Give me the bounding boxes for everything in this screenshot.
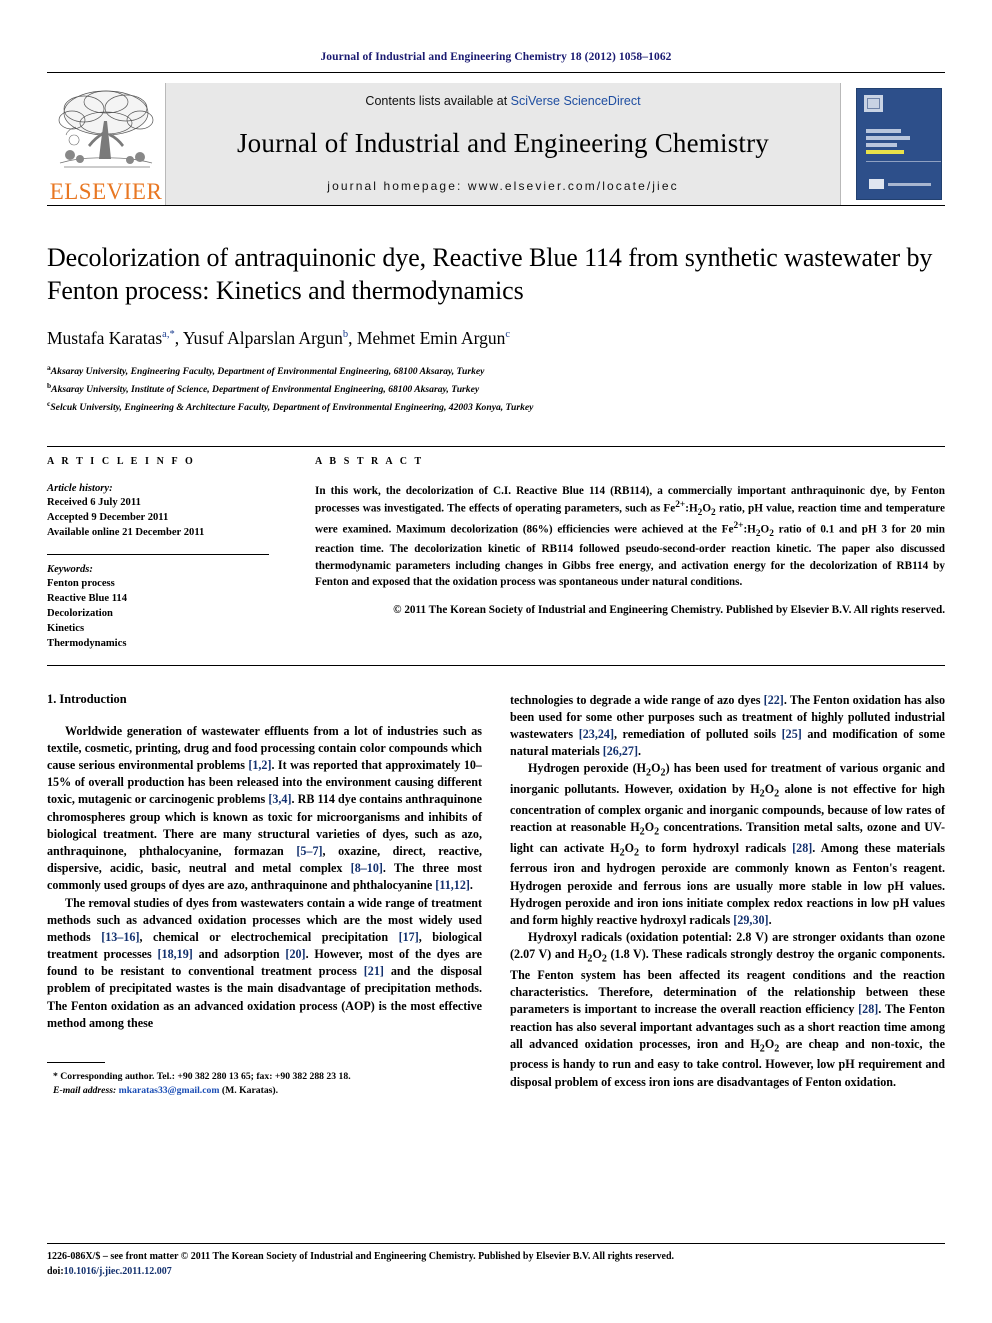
- journal-title: Journal of Industrial and Engineering Ch…: [236, 127, 770, 158]
- doi-label: doi:: [47, 1265, 64, 1277]
- masthead-bottom-rule: [47, 205, 945, 206]
- abstract-column: A B S T R A C T In this work, the decolo…: [315, 456, 945, 651]
- cover-title-lines: [866, 129, 927, 157]
- affiliation-text: Selcuk University, Engineering & Archite…: [50, 401, 534, 413]
- footnote-email-line: E-mail address: mkaratas33@gmail.com (M.…: [47, 1084, 482, 1099]
- author-name: Yusuf Alparslan Argun: [182, 327, 343, 348]
- journal-homepage[interactable]: journal homepage: www.elsevier.com/locat…: [327, 179, 678, 193]
- author-name: Mehmet Emin Argun: [356, 327, 506, 348]
- history-received: Received 6 July 2011: [47, 496, 141, 508]
- affiliation: cSelcuk University, Engineering & Archit…: [47, 398, 945, 416]
- journal-masthead: ELSEVIER Contents lists available at Sci…: [47, 83, 945, 205]
- author-affil-marker: b: [342, 328, 349, 340]
- email-link[interactable]: mkaratas33@gmail.com: [119, 1085, 220, 1096]
- cover-divider: [866, 161, 941, 162]
- paragraph: Hydroxyl radicals (oxidation potential: …: [510, 930, 946, 1089]
- affiliation-list: aAksaray University, Engineering Faculty…: [47, 362, 945, 415]
- elsevier-tree-icon: [58, 90, 154, 168]
- footnote-corresponding: * Corresponding author. Tel.: +90 382 28…: [53, 1070, 351, 1082]
- author-affil-marker: a,*: [162, 328, 175, 340]
- page-title: Decolorization of antraquinonic dye, Rea…: [47, 243, 933, 305]
- cover-publisher-mark-icon: [864, 95, 883, 112]
- doi-link[interactable]: 10.1016/j.jiec.2011.12.007: [64, 1266, 172, 1277]
- history-accepted: Accepted 9 December 2011: [47, 511, 169, 523]
- section-heading-introduction: 1. Introduction: [47, 691, 127, 706]
- title-block: Decolorization of antraquinonic dye, Rea…: [47, 242, 945, 416]
- affiliation: bAksaray University, Institute of Scienc…: [47, 380, 945, 398]
- article-history-label: Article history:: [47, 482, 113, 494]
- email-owner: (M. Karatas).: [221, 1085, 279, 1097]
- page-footer: 1226-086X/$ – see front matter © 2011 Th…: [47, 1243, 945, 1279]
- body-columns: 1. Introduction Worldwide generation of …: [47, 692, 945, 1099]
- abstract-text: In this work, the decolorization of C.I.…: [315, 484, 946, 588]
- keyword: Fenton process: [47, 577, 115, 589]
- sciencedirect-link[interactable]: SciVerse ScienceDirect: [511, 94, 641, 108]
- masthead-center: Contents lists available at SciVerse Sci…: [165, 83, 841, 205]
- author: Mehmet Emin Argunc: [357, 328, 510, 348]
- top-rule: [47, 72, 945, 73]
- info-abstract-row: A R T I C L E I N F O Article history: R…: [47, 447, 945, 651]
- author: Yusuf Alparslan Argunb: [183, 328, 348, 348]
- author-affil-marker: c: [505, 328, 511, 340]
- footer-front-matter: 1226-086X/$ – see front matter © 2011 Th…: [47, 1251, 675, 1262]
- body-column-right: technologies to degrade a wide range of …: [510, 692, 945, 1099]
- author: Mustafa Karatasa,*: [47, 328, 175, 348]
- affiliation-text: Aksaray University, Institute of Science…: [51, 384, 480, 396]
- keyword: Decolorization: [47, 607, 113, 619]
- keyword: Reactive Blue 114: [47, 592, 128, 604]
- paper-page: Journal of Industrial and Engineering Ch…: [0, 0, 992, 1323]
- body-column-left: 1. Introduction Worldwide generation of …: [47, 692, 482, 1099]
- email-label: E-mail address:: [53, 1085, 117, 1097]
- affiliation: aAksaray University, Engineering Faculty…: [47, 362, 945, 380]
- paragraph: Hydrogen peroxide (H2O2) has been used f…: [510, 761, 946, 927]
- affiliation-text: Aksaray University, Engineering Faculty,…: [50, 366, 485, 378]
- footnote-rule: [47, 1061, 105, 1063]
- elsevier-logo: ELSEVIER: [47, 83, 165, 205]
- abstract-bottom-rule: [47, 664, 945, 666]
- abstract-heading: A B S T R A C T: [315, 455, 424, 467]
- author-name: Mustafa Karatas: [47, 327, 163, 348]
- keyword: Thermodynamics: [47, 637, 127, 649]
- journal-cover-thumbnail[interactable]: [853, 83, 945, 205]
- footer-rule: [47, 1243, 945, 1244]
- running-head: Journal of Industrial and Engineering Ch…: [320, 51, 672, 63]
- contents-prefix: Contents lists available at: [365, 94, 511, 108]
- paragraph: Worldwide generation of wastewater efflu…: [47, 723, 482, 893]
- abstract-copyright: © 2011 The Korean Society of Industrial …: [393, 603, 945, 616]
- paragraph: The removal studies of dyes from wastewa…: [47, 895, 482, 1030]
- footer-doi-line: doi:10.1016/j.jiec.2011.12.007: [47, 1265, 945, 1280]
- keyword: Kinetics: [47, 622, 85, 634]
- history-available-online: Available online 21 December 2011: [47, 526, 205, 538]
- cover-art: [856, 88, 942, 200]
- contents-available-line: Contents lists available at SciVerse Sci…: [365, 94, 640, 108]
- author-list: Mustafa Karatasa,*, Yusuf Alparslan Argu…: [47, 327, 511, 348]
- cover-society-mark: [869, 179, 931, 189]
- elsevier-wordmark: ELSEVIER: [49, 179, 163, 204]
- paragraph: technologies to degrade a wide range of …: [510, 692, 945, 759]
- article-info-heading: A R T I C L E I N F O: [47, 455, 196, 467]
- article-info-column: A R T I C L E I N F O Article history: R…: [47, 456, 315, 651]
- corresponding-author-footnote: * Corresponding author. Tel.: +90 382 28…: [47, 1061, 482, 1099]
- keywords-divider: [47, 553, 269, 555]
- keywords-label: Keywords:: [47, 563, 93, 575]
